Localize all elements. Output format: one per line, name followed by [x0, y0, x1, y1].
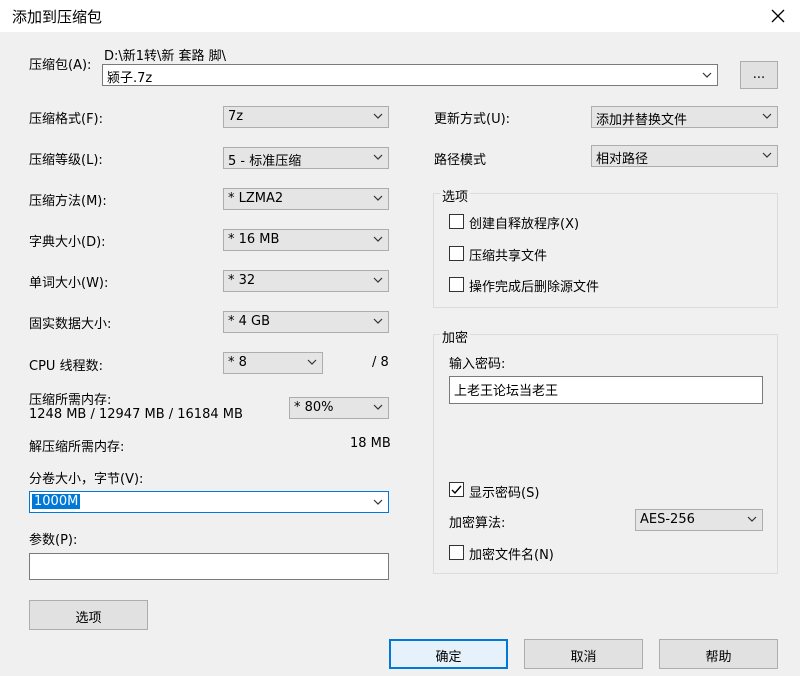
delete-after-label: 操作完成后删除源文件: [469, 280, 600, 295]
ok-button[interactable]: 确定: [389, 639, 508, 669]
check-icon: [451, 485, 462, 495]
memory-value: * 80%: [294, 400, 334, 415]
dict-select[interactable]: * 16 MB: [223, 229, 389, 251]
password-input[interactable]: 上老王论坛当老王: [449, 376, 763, 404]
sfx-label: 创建自释放程序(X): [469, 217, 580, 232]
solid-select[interactable]: * 4 GB: [223, 311, 389, 333]
split-combo[interactable]: 1000M: [29, 491, 389, 513]
chevron-down-icon: [373, 499, 383, 505]
threads-total: / 8: [372, 355, 389, 370]
word-label: 单词大小(W):: [29, 276, 109, 291]
memory-detail: 1248 MB / 12947 MB / 16184 MB: [29, 407, 243, 422]
chevron-down-icon: [373, 404, 383, 410]
shared-label: 压缩共享文件: [469, 249, 548, 264]
algo-select[interactable]: AES-256: [635, 509, 763, 531]
method-value: * LZMA2: [228, 191, 284, 206]
dict-value: * 16 MB: [228, 232, 280, 247]
help-button[interactable]: 帮助: [659, 639, 778, 669]
password-label: 输入密码:: [449, 357, 506, 372]
archive-label: 压缩包(A):: [29, 58, 92, 73]
browse-label: ...: [752, 67, 766, 82]
chevron-down-icon: [373, 113, 383, 119]
shared-checkbox[interactable]: [449, 246, 464, 261]
chevron-down-icon: [373, 318, 383, 324]
algo-value: AES-256: [640, 512, 695, 527]
chevron-down-icon: [307, 359, 317, 365]
chevron-down-icon: [373, 195, 383, 201]
chevron-down-icon: [762, 113, 772, 119]
threads-label: CPU 线程数:: [29, 359, 103, 374]
split-label: 分卷大小，字节(V):: [29, 472, 144, 487]
options-group-title: 选项: [440, 186, 471, 205]
decompress-value: 18 MB: [350, 436, 391, 451]
ok-button-label: 确定: [435, 650, 462, 665]
word-value: * 32: [228, 273, 256, 288]
title-bar: [0, 0, 800, 32]
word-select[interactable]: * 32: [223, 270, 389, 292]
params-label: 参数(P):: [29, 533, 78, 548]
options-button[interactable]: 选项: [29, 600, 148, 630]
solid-label: 固实数据大小:: [29, 317, 112, 332]
threads-select[interactable]: * 8: [223, 352, 323, 374]
algo-label: 加密算法:: [449, 516, 506, 531]
memory-label: 压缩所需内存:: [29, 393, 112, 408]
password-value: 上老王论坛当老王: [454, 384, 559, 399]
browse-button[interactable]: ...: [740, 61, 778, 89]
dict-label: 字典大小(D):: [29, 235, 106, 250]
format-label: 压缩格式(F):: [29, 112, 104, 127]
method-select[interactable]: * LZMA2: [223, 188, 389, 210]
level-value: 5 - 标准压缩: [228, 154, 302, 169]
pathmode-select[interactable]: 相对路径: [591, 145, 778, 167]
chevron-down-icon: [747, 516, 757, 522]
split-value: 1000M: [32, 494, 81, 509]
params-input[interactable]: [29, 553, 389, 580]
window-title: 添加到压缩包: [12, 8, 103, 26]
memory-select[interactable]: * 80%: [289, 397, 389, 419]
pathmode-label: 路径模式: [434, 153, 487, 168]
encryption-group-title: 加密: [440, 327, 471, 346]
show-password-checkbox[interactable]: [449, 482, 464, 497]
method-label: 压缩方法(M):: [29, 194, 107, 209]
encrypt-names-label: 加密文件名(N): [469, 548, 554, 563]
chevron-down-icon: [373, 236, 383, 242]
threads-value: * 8: [228, 355, 247, 370]
show-password-label: 显示密码(S): [469, 486, 540, 501]
level-select[interactable]: 5 - 标准压缩: [223, 147, 389, 169]
encrypt-names-checkbox[interactable]: [449, 545, 464, 560]
delete-after-checkbox[interactable]: [449, 277, 464, 292]
decompress-label: 解压缩所需内存:: [29, 440, 125, 455]
cancel-button[interactable]: 取消: [524, 639, 643, 669]
format-select[interactable]: 7z: [223, 106, 389, 128]
solid-value: * 4 GB: [228, 314, 271, 329]
close-icon: [771, 9, 785, 23]
help-button-label: 帮助: [705, 650, 732, 665]
options-button-label: 选项: [75, 611, 102, 626]
update-value: 添加并替换文件: [596, 113, 688, 128]
sfx-checkbox[interactable]: [449, 214, 464, 229]
chevron-down-icon: [702, 72, 712, 78]
archive-path: D:\新1转\新 套路 脚\: [104, 49, 227, 64]
archive-name-combo[interactable]: 颍子.7z: [102, 64, 718, 86]
chevron-down-icon: [373, 277, 383, 283]
archive-name-value: 颍子.7z: [107, 71, 153, 86]
update-label: 更新方式(U):: [434, 112, 511, 127]
close-button[interactable]: [756, 0, 800, 32]
cancel-button-label: 取消: [570, 650, 597, 665]
chevron-down-icon: [373, 154, 383, 160]
update-select[interactable]: 添加并替换文件: [591, 106, 778, 128]
chevron-down-icon: [762, 152, 772, 158]
pathmode-value: 相对路径: [596, 152, 649, 167]
format-value: 7z: [228, 109, 244, 124]
level-label: 压缩等级(L):: [29, 153, 103, 168]
